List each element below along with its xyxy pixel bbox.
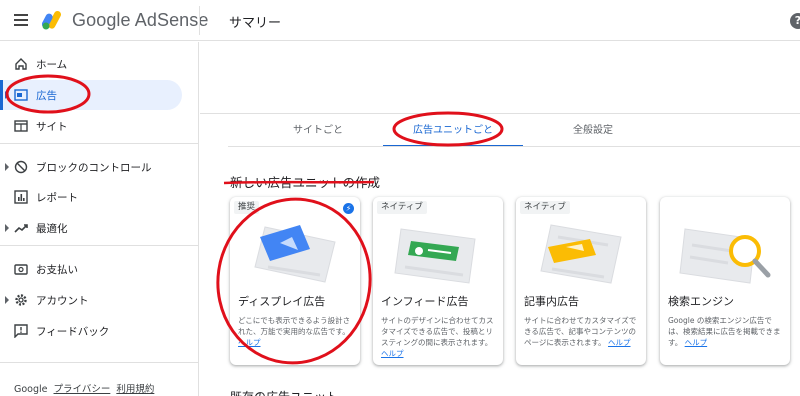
infeed-ad-card[interactable]: ネイティブ インフィード広告 サイトのデザインに合わせてカスタマイズできる広告で…: [373, 197, 503, 365]
summary-area: [200, 42, 800, 114]
card-desc-text: サイトのデザインに合わせてカスタマイズできる広告で、投稿とリスティングの間に表示…: [381, 316, 494, 347]
sidebar-item-block-controls[interactable]: ブロックのコントロール: [0, 152, 182, 182]
gear-icon: [15, 294, 27, 306]
report-icon: [14, 190, 28, 204]
sidebar-item-label: フィードバック: [36, 326, 110, 338]
active-indicator: [0, 80, 3, 110]
footer-google: Google: [14, 384, 48, 395]
caret-right-icon: [5, 91, 9, 99]
tab-general-settings[interactable]: 全般設定: [523, 115, 663, 147]
card-description: サイトのデザインに合わせてカスタマイズできる広告で、投稿とリスティングの間に表示…: [381, 315, 499, 359]
section-title: 新しい広告ユニットの作成: [230, 175, 381, 190]
block-icon: [14, 160, 28, 174]
app-brand[interactable]: Google AdSense: [72, 10, 209, 31]
help-link[interactable]: ヘルプ: [685, 338, 708, 347]
home-icon: [15, 58, 27, 70]
card-description: Google の検索エンジン広告では、検索結果に広告を掲載できます。 ヘルプ: [668, 315, 786, 348]
feedback-icon: [14, 324, 28, 338]
sidebar-item-label: アカウント: [36, 295, 89, 307]
sidebar-item-label: ホーム: [36, 59, 68, 71]
display-ad-illustration: [254, 225, 336, 283]
sidebar-item-feedback[interactable]: フィードバック: [0, 316, 182, 346]
sidebar-item-sites[interactable]: サイト: [0, 111, 182, 141]
privacy-link[interactable]: プライバシー: [54, 384, 111, 395]
sidebar-item-label: レポート: [36, 192, 78, 204]
adsense-logo: [42, 10, 61, 30]
tab-underline: [228, 146, 800, 147]
app-header: Google AdSense サマリー ?: [0, 0, 800, 41]
header-divider: [199, 6, 200, 35]
card-title: 記事内広告: [524, 295, 579, 308]
caret-right-icon: [5, 163, 9, 171]
terms-link[interactable]: 利用規約: [116, 384, 154, 395]
sidebar-item-label: お支払い: [36, 264, 78, 276]
tab-by-ad-unit[interactable]: 広告ユニットごと: [383, 115, 523, 147]
bolt-icon: ⚡: [343, 203, 354, 214]
sidebar-item-optimize[interactable]: 最適化: [0, 213, 182, 243]
tab-by-site[interactable]: サイトごと: [248, 115, 388, 147]
help-link[interactable]: ヘルプ: [238, 338, 261, 347]
inarticle-ad-illustration: [540, 224, 622, 284]
site-icon: [14, 120, 28, 132]
search-engine-illustration: [679, 228, 771, 284]
inarticle-ad-card[interactable]: ネイティブ 記事内広告 サイトに合わせてカスタマイズできる広告で、記事やコンテン…: [516, 197, 646, 365]
sidebar-item-label: 広告: [36, 90, 57, 102]
sidebar-item-label: ブロックのコントロール: [36, 162, 152, 174]
card-description: どこにでも表示できるよう設計された、万能で実用的な広告です。 ヘルプ: [238, 315, 356, 348]
card-desc-text: どこにでも表示できるよう設計された、万能で実用的な広告です。: [238, 316, 351, 336]
card-title: インフィード広告: [381, 295, 469, 308]
trend-icon: [14, 224, 28, 233]
sidebar-item-ads[interactable]: 広告: [0, 80, 182, 110]
infeed-ad-illustration: [394, 228, 476, 284]
ad-unit-icon: [14, 89, 28, 101]
card-title: ディスプレイ広告: [238, 295, 326, 308]
sidebar-item-label: サイト: [36, 121, 68, 133]
help-link[interactable]: ヘルプ: [381, 349, 404, 358]
menu-icon[interactable]: [14, 14, 28, 26]
sidebar-divider: [0, 362, 199, 363]
sidebar-item-account[interactable]: アカウント: [0, 285, 182, 315]
help-icon[interactable]: ?: [790, 13, 800, 29]
sidebar-item-payments[interactable]: お支払い: [0, 254, 182, 284]
payment-icon: [14, 264, 28, 275]
adsense-app: Google AdSense サマリー ? ホーム 広告 サイト ブロックのコン…: [0, 0, 800, 396]
caret-right-icon: [5, 224, 9, 232]
caret-right-icon: [5, 296, 9, 304]
sidebar-divider: [0, 143, 199, 144]
tab-bar: サイトごと 広告ユニットごと 全般設定: [228, 115, 800, 147]
recommended-badge: 推奨: [234, 201, 260, 214]
existing-units-title: 既存の広告ユニット: [230, 388, 338, 396]
search-engine-card[interactable]: 検索エンジン Google の検索エンジン広告では、検索結果に広告を掲載できます…: [660, 197, 790, 365]
page-title: サマリー: [229, 16, 282, 31]
sidebar-item-home[interactable]: ホーム: [0, 49, 182, 79]
display-ad-card[interactable]: 推奨 ⚡ ディスプレイ広告 どこにでも表示できるよう設計された、万能で実用的な広…: [230, 197, 360, 365]
sidebar-footer: Google プライバシー 利用規約: [14, 381, 154, 395]
card-description: サイトに合わせてカスタマイズできる広告で、記事やコンテンツのページに表示されます…: [524, 315, 642, 348]
help-link[interactable]: ヘルプ: [608, 338, 631, 347]
native-badge: ネイティブ: [377, 201, 427, 214]
native-badge: ネイティブ: [520, 201, 570, 214]
card-title: 検索エンジン: [668, 295, 734, 308]
main-content: サイトごと 広告ユニットごと 全般設定 新しい広告ユニットの作成 推奨 ⚡ ディ…: [200, 42, 800, 396]
sidebar-item-reports[interactable]: レポート: [0, 182, 182, 212]
sidebar-divider: [0, 245, 199, 246]
sidebar: ホーム 広告 サイト ブロックのコントロール レポート 最適化 お支払い アカウ…: [0, 42, 199, 396]
sidebar-item-label: 最適化: [36, 223, 68, 235]
